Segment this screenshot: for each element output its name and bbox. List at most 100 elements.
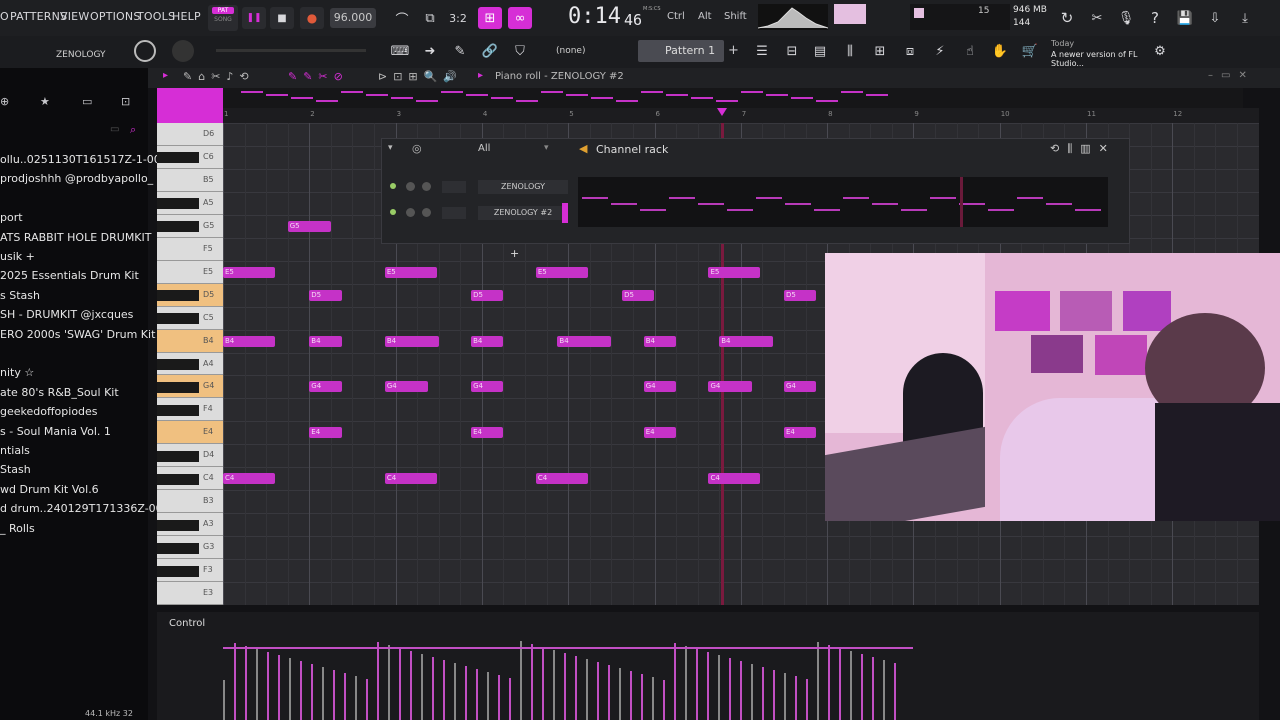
velocity-stick[interactable] xyxy=(366,679,368,720)
velocity-stick[interactable] xyxy=(509,678,511,720)
note[interactable]: E4 xyxy=(783,427,817,439)
time-ruler[interactable]: 1 2 3 4 5 6 7 8 9 10 11 12 xyxy=(223,108,1259,123)
browser-item[interactable]: 2025 Essentials Drum Kit xyxy=(0,269,139,282)
note[interactable]: B4 xyxy=(384,335,439,347)
piano-black-key[interactable] xyxy=(157,542,199,554)
download-icon[interactable]: ⤓ xyxy=(1233,7,1257,29)
channel-1-route[interactable] xyxy=(442,181,466,193)
master-pitch-slider[interactable] xyxy=(216,49,366,52)
note[interactable]: B4 xyxy=(643,335,677,347)
microphone-icon[interactable]: 🎙 xyxy=(1114,7,1138,29)
browser-item[interactable]: wd Drum Kit Vol.6 xyxy=(0,483,99,496)
pattern-selector[interactable]: (none) xyxy=(546,42,626,60)
ctrl-key[interactable]: Ctrl xyxy=(667,11,685,22)
help-icon[interactable]: ? xyxy=(1143,7,1167,29)
note[interactable]: E4 xyxy=(309,427,342,439)
channel-2-route[interactable] xyxy=(442,207,466,219)
piano-black-key[interactable] xyxy=(157,290,199,302)
pattern-name[interactable]: Pattern 1 xyxy=(638,40,724,62)
channel-rack-options-icon[interactable]: ◎ xyxy=(412,142,422,155)
browser-item[interactable]: ERO 2000s 'SWAG' Drum Kit xyxy=(0,328,155,341)
browser-item[interactable]: s - Soul Mania Vol. 1 xyxy=(0,425,111,438)
velocity-stick[interactable] xyxy=(311,664,313,720)
note[interactable]: D5 xyxy=(783,289,817,301)
bar-number[interactable]: 10 xyxy=(1001,110,1010,118)
note[interactable]: G5 xyxy=(287,220,331,232)
velocity-stick[interactable] xyxy=(542,647,544,720)
velocity-stick[interactable] xyxy=(674,643,676,720)
velocity-stick[interactable] xyxy=(707,652,709,720)
menu-patterns[interactable]: PATTERNS xyxy=(10,10,67,23)
search-icon[interactable]: ⌕ xyxy=(130,123,136,137)
velocity-stick[interactable] xyxy=(817,642,819,720)
browser-item[interactable]: s Stash xyxy=(0,289,40,302)
piano-black-key[interactable] xyxy=(157,404,199,416)
record-icon[interactable]: ● xyxy=(300,7,324,29)
browser-item[interactable]: ate 80's R&B_Soul Kit xyxy=(0,386,119,399)
browser-item[interactable]: SH - DRUMKIT @jxcques xyxy=(0,308,133,321)
note[interactable]: G4 xyxy=(783,381,817,393)
note[interactable]: G4 xyxy=(471,381,504,393)
piano-roll-icon[interactable]: ⊟ xyxy=(780,40,804,62)
browser-item[interactable]: usik + xyxy=(0,250,35,263)
velocity-stick[interactable] xyxy=(443,660,445,720)
velocity-stick[interactable] xyxy=(795,676,797,720)
stop-icon[interactable]: ■ xyxy=(270,7,294,29)
cart-icon[interactable]: 🛒 xyxy=(1018,40,1042,62)
note[interactable]: B4 xyxy=(223,335,275,347)
note[interactable]: E5 xyxy=(384,266,437,278)
window-controls[interactable]: –▭✕ xyxy=(1208,70,1255,81)
channel-filter[interactable]: All xyxy=(478,143,490,154)
folder-closed-icon[interactable]: ▭ xyxy=(110,124,119,135)
arrow-right-icon[interactable]: ➜ xyxy=(418,40,442,62)
note[interactable]: E4 xyxy=(471,427,504,439)
velocity-stick[interactable] xyxy=(630,671,632,720)
bar-number[interactable]: 1 xyxy=(224,110,228,118)
channel-1-volume-knob[interactable] xyxy=(422,182,431,191)
channel-rack-menu-icon[interactable]: ▾ xyxy=(388,143,393,153)
piano-black-key[interactable] xyxy=(157,519,199,531)
velocity-stick[interactable] xyxy=(894,663,896,720)
globe-icon[interactable]: ⊕ xyxy=(0,95,9,108)
note[interactable]: G4 xyxy=(643,381,677,393)
velocity-stick[interactable] xyxy=(828,645,830,720)
menu-file[interactable]: O xyxy=(0,10,9,23)
mixer-icon[interactable]: ⫼ xyxy=(838,40,862,62)
velocity-stick[interactable] xyxy=(883,660,885,720)
velocity-lane[interactable] xyxy=(223,622,1259,720)
edit-tools-icon[interactable]: ✎✎✂⊘ xyxy=(288,70,349,83)
velocity-stick[interactable] xyxy=(839,648,841,720)
bar-number[interactable]: 3 xyxy=(397,110,401,118)
velocity-stick[interactable] xyxy=(740,661,742,720)
note[interactable]: C4 xyxy=(708,473,761,485)
velocity-stick[interactable] xyxy=(850,651,852,720)
piano-black-key[interactable] xyxy=(157,198,199,210)
velocity-stick[interactable] xyxy=(377,642,379,720)
velocity-stick[interactable] xyxy=(322,667,324,720)
velocity-stick[interactable] xyxy=(410,651,412,720)
bar-number[interactable]: 6 xyxy=(656,110,660,118)
note[interactable]: C4 xyxy=(223,473,275,485)
note[interactable]: B4 xyxy=(471,335,504,347)
bar-number[interactable]: 4 xyxy=(483,110,487,118)
loop-record-icon[interactable]: ∞ xyxy=(508,7,532,29)
snap-selector[interactable] xyxy=(157,88,223,123)
velocity-stick[interactable] xyxy=(465,666,467,720)
link-icon[interactable]: 🔗 xyxy=(478,40,502,62)
browser-icon[interactable]: ⊞ xyxy=(868,40,892,62)
velocity-stick[interactable] xyxy=(300,661,302,720)
piano-black-key[interactable] xyxy=(157,565,199,577)
velocity-stick[interactable] xyxy=(531,644,533,720)
velocity-stick[interactable] xyxy=(762,667,764,720)
note[interactable]: E5 xyxy=(535,266,588,278)
export-icon[interactable]: ⇩ xyxy=(1203,7,1227,29)
note[interactable]: G4 xyxy=(309,381,342,393)
arrow-right-header-icon[interactable]: ▸ xyxy=(163,70,168,81)
step-edit-icon[interactable]: ⊞ xyxy=(478,7,502,29)
velocity-stick[interactable] xyxy=(432,657,434,720)
piano-icon[interactable]: ⌨ xyxy=(388,40,412,62)
velocity-stick[interactable] xyxy=(608,665,610,720)
browser-item[interactable]: ATS RABBIT HOLE DRUMKIT xyxy=(0,231,151,244)
news-text[interactable]: A newer version of FL Studio... xyxy=(1051,50,1151,68)
master-pitch-knob[interactable] xyxy=(172,40,194,62)
